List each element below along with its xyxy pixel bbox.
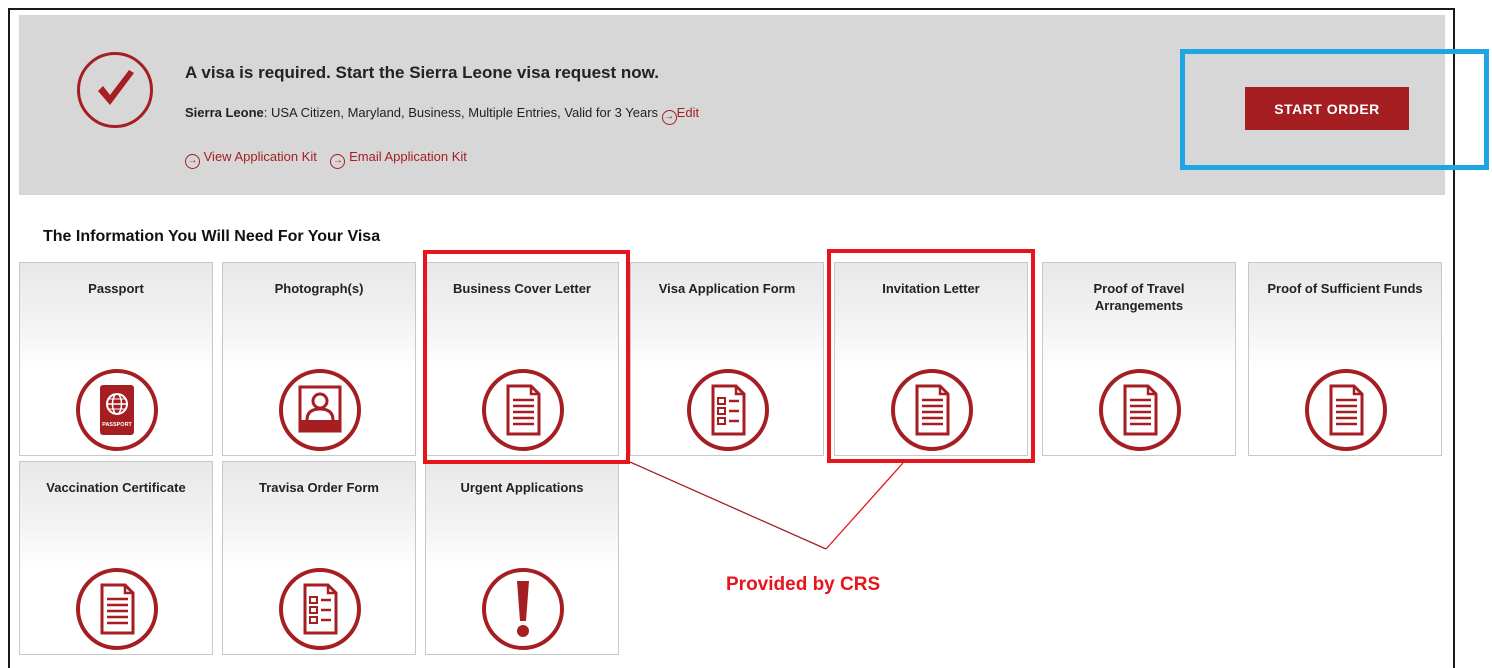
callout-lines [629,461,904,550]
callout-line-right [825,462,904,550]
provided-by-crs-annotation: Provided by CRS [726,574,881,595]
callout-line-left [629,461,827,550]
